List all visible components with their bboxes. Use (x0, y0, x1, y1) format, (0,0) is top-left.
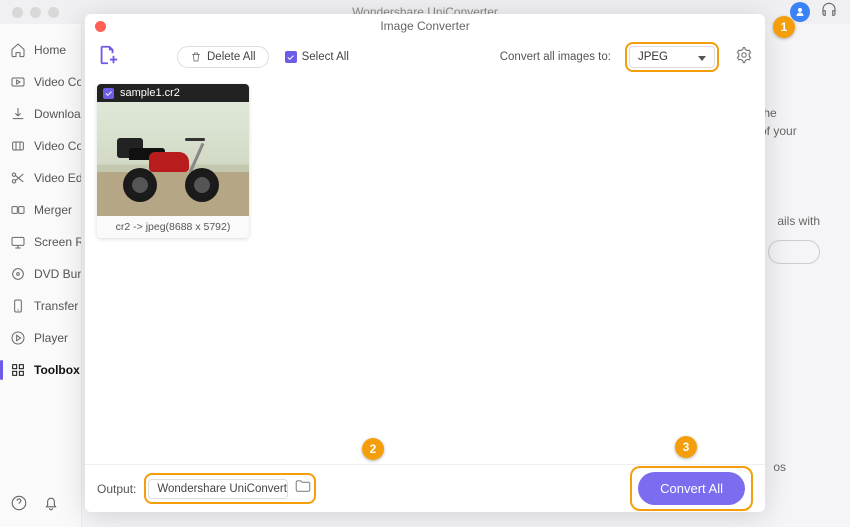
thumbnail-filename: sample1.cr2 (120, 87, 180, 99)
sidebar-item-merger[interactable]: Merger (0, 194, 81, 226)
bg-text-1: the of your (760, 104, 820, 140)
sidebar-item-label: Transfer (34, 299, 78, 313)
home-icon (10, 42, 26, 58)
sidebar-item-label: Downloader (34, 107, 82, 121)
sidebar-item-transfer[interactable]: Transfer (0, 290, 81, 322)
sidebar-item-label: Merger (34, 203, 72, 217)
sidebar-item-label: Video Compressor (34, 139, 82, 153)
image-thumbnail-card[interactable]: sample1.cr2 cr2 -> jpeg(8688 x 5792) (97, 84, 249, 238)
thumbnail-header: sample1.cr2 (97, 84, 249, 102)
sidebar-item-home[interactable]: Home (0, 34, 81, 66)
convert-to-label: Convert all images to: (500, 51, 611, 63)
format-settings-icon[interactable] (735, 46, 753, 69)
traffic-lights (0, 7, 59, 18)
close-window-icon[interactable] (12, 7, 23, 18)
output-path-value: Wondershare UniConverter13 (157, 483, 288, 495)
sidebar-item-label: Video Converter (34, 75, 82, 89)
maximize-window-icon[interactable] (48, 7, 59, 18)
sidebar-item-video-editor[interactable]: Video Editor (0, 162, 81, 194)
screen-recorder-icon (10, 234, 26, 250)
merger-icon (10, 202, 26, 218)
compress-icon (10, 138, 26, 154)
notifications-icon[interactable] (42, 494, 60, 517)
disc-icon (10, 266, 26, 282)
modal-body: sample1.cr2 cr2 -> jpeg(8688 x 5792) (85, 76, 765, 464)
sidebar-item-screen-recorder[interactable]: Screen Recorder (0, 226, 81, 258)
bg-pill-button[interactable] (768, 240, 820, 264)
bg-text-2: ails with (777, 214, 820, 228)
output-format-select[interactable]: JPEG (629, 46, 715, 68)
sidebar-item-video-compressor[interactable]: Video Compressor (0, 130, 81, 162)
step-badge-3: 3 (675, 436, 697, 458)
sidebar-item-toolbox[interactable]: Toolbox (0, 354, 81, 386)
checkbox-checked-icon (285, 51, 297, 63)
sidebar-item-player[interactable]: Player (0, 322, 81, 354)
help-icon[interactable] (10, 494, 28, 517)
scissors-icon (10, 170, 26, 186)
delete-all-label: Delete All (207, 51, 256, 63)
sidebar-item-label: Video Editor (34, 171, 82, 185)
modal-footer: Output: Wondershare UniConverter13 Conve… (85, 464, 765, 512)
modal-header: Image Converter (85, 14, 765, 38)
add-file-icon[interactable] (97, 44, 119, 71)
sidebar-item-video-converter[interactable]: Video Converter (0, 66, 81, 98)
convert-all-button[interactable]: Convert All (638, 472, 745, 505)
trash-icon (190, 51, 202, 63)
select-all-checkbox[interactable]: Select All (285, 51, 349, 63)
download-icon (10, 106, 26, 122)
sidebar-item-label: Toolbox (34, 363, 80, 377)
sidebar-item-label: Screen Recorder (34, 235, 82, 249)
output-path-select[interactable]: Wondershare UniConverter13 (148, 479, 288, 499)
select-all-label: Select All (302, 51, 349, 63)
convert-all-label: Convert All (660, 481, 723, 496)
sidebar-item-label: DVD Burner (34, 267, 82, 281)
toolbox-icon (10, 362, 26, 378)
transfer-icon (10, 298, 26, 314)
video-converter-icon (10, 74, 26, 90)
thumbnail-checkbox[interactable] (103, 88, 114, 99)
minimize-window-icon[interactable] (30, 7, 41, 18)
play-icon (10, 330, 26, 346)
modal-toolbar: Delete All Select All Convert all images… (85, 38, 765, 76)
open-folder-icon[interactable] (294, 477, 312, 500)
sidebar-item-label: Player (34, 331, 68, 345)
thumbnail-image (97, 102, 249, 216)
output-label: Output: (97, 482, 136, 496)
sidebar-item-dvd-burner[interactable]: DVD Burner (0, 258, 81, 290)
modal-close-icon[interactable] (95, 21, 106, 32)
modal-title: Image Converter (380, 19, 469, 33)
sidebar-item-label: Home (34, 43, 66, 57)
bg-text-3: os (773, 460, 786, 474)
thumbnail-caption: cr2 -> jpeg(8688 x 5792) (97, 216, 249, 238)
sidebar: Home Video Converter Downloader Video Co… (0, 24, 82, 527)
step-badge-1: 1 (773, 16, 795, 38)
sidebar-item-downloader[interactable]: Downloader (0, 98, 81, 130)
step-badge-2: 2 (362, 438, 384, 460)
image-converter-modal: Image Converter Delete All Select All Co… (85, 14, 765, 512)
user-avatar[interactable] (790, 2, 810, 22)
support-icon[interactable] (820, 1, 838, 24)
output-format-value: JPEG (638, 51, 668, 63)
delete-all-button[interactable]: Delete All (177, 46, 269, 68)
